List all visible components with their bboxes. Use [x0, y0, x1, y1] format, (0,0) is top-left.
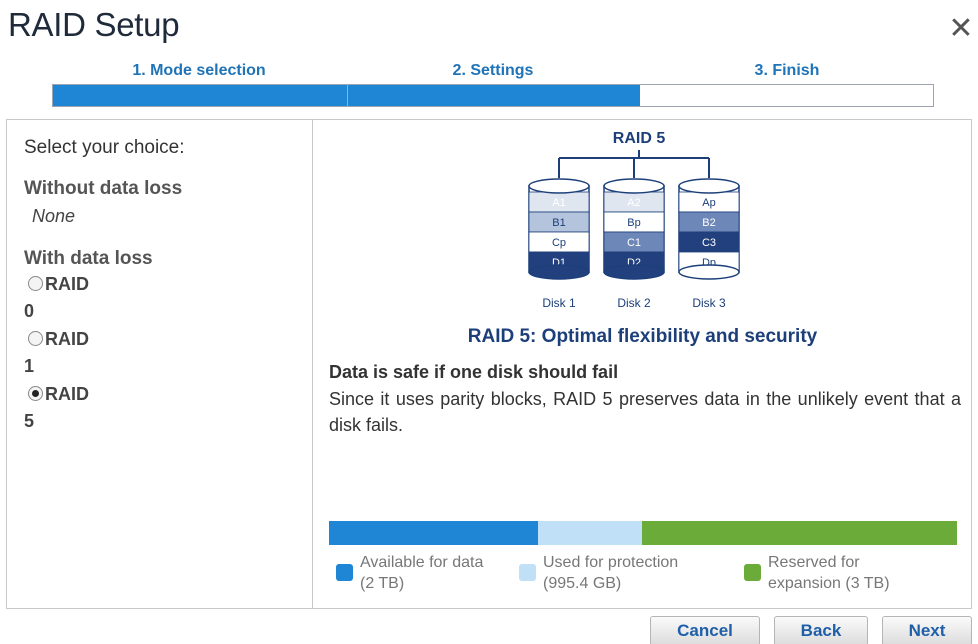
capacity-bar	[329, 521, 957, 545]
details-column: RAID 5 A1 B1 Cp D1 Disk 1 A2 Bp C1 D2 Disk 2 Ap B2 C…	[314, 120, 971, 608]
next-button[interactable]: Next	[882, 616, 972, 644]
diagram-connectors	[558, 150, 710, 178]
progress-divider	[347, 85, 348, 106]
disk-1: A1B1CpD1Disk 1	[528, 178, 590, 310]
disk-label: Disk 3	[692, 296, 726, 310]
disk-top	[603, 178, 665, 194]
legend-available-size: (2 TB)	[360, 575, 405, 592]
capacity-segment	[329, 521, 539, 545]
disk-top	[678, 178, 740, 194]
raid-1-number: 1	[24, 356, 35, 376]
legend-protection-label: Used for protection	[543, 554, 679, 571]
radio-raid-1[interactable]	[28, 331, 43, 346]
radio-raid-0[interactable]	[28, 276, 43, 291]
raid-0-number: 0	[24, 301, 35, 321]
raid-1-label: RAID	[45, 329, 89, 349]
legend-reserved-label: Reserved for	[768, 554, 860, 571]
disk-bottom	[678, 264, 740, 280]
disk-bottom	[603, 264, 665, 280]
back-button[interactable]: Back	[774, 616, 868, 644]
wizard-steps: 1. Mode selection 2. Settings 3. Finish	[52, 58, 934, 110]
without-data-loss-value: None	[32, 206, 76, 226]
disk-block-label: B2	[702, 217, 715, 229]
close-icon[interactable]: ✕	[948, 14, 974, 44]
raid-5-diagram: RAID 5 A1B1CpD1Disk 1A2BpC1D2Disk 2ApB2C…	[528, 130, 740, 310]
legend-reserved-swatch	[744, 564, 761, 581]
disk-block-label: Bp	[627, 217, 640, 229]
disk-3: ApB2C3DpDisk 3	[678, 178, 740, 310]
radio-raid-5[interactable]	[28, 386, 43, 401]
disk-block-label: Ap	[702, 197, 715, 209]
diagram-title: RAID 5	[613, 130, 666, 147]
legend-available-label: Available for data	[360, 554, 484, 571]
cancel-button[interactable]: Cancel	[650, 616, 760, 644]
disk-label: Disk 1	[542, 296, 576, 310]
choice-column: Select your choice: Without data loss No…	[7, 120, 313, 608]
disk-block-label: Cp	[552, 237, 566, 249]
step-settings: 2. Settings	[452, 62, 534, 79]
content-panel: Select your choice: Without data loss No…	[6, 119, 972, 609]
step-finish: 3. Finish	[754, 62, 820, 79]
disk-block-label: C3	[702, 237, 716, 249]
disk-bottom	[528, 264, 590, 280]
diagram-disks: A1B1CpD1Disk 1A2BpC1D2Disk 2ApB2C3DpDisk…	[528, 178, 740, 310]
raid-1-option[interactable]: RAID 1	[24, 326, 144, 380]
disk-block-label: A1	[552, 197, 565, 209]
disk-block-label: A2	[627, 197, 640, 209]
disk-label: Disk 2	[617, 296, 651, 310]
wizard-progress-bar	[52, 84, 934, 107]
legend-available-swatch	[336, 564, 353, 581]
raid-0-option[interactable]: RAID 0	[24, 271, 144, 325]
legend-protection-swatch	[519, 564, 536, 581]
legend-protection-size: (995.4 GB)	[543, 575, 622, 592]
capacity-segment	[642, 521, 957, 545]
raid-5-number: 5	[24, 411, 35, 431]
step-mode-selection: 1. Mode selection	[132, 62, 266, 79]
capacity-segment	[538, 521, 643, 545]
raid-0-label: RAID	[45, 274, 89, 294]
legend-reserved-size: expansion (3 TB)	[768, 575, 890, 592]
choice-heading: Select your choice:	[24, 137, 185, 158]
mode-subtitle: RAID 5: Optimal flexibility and security	[467, 326, 818, 347]
without-data-loss-title: Without data loss	[24, 178, 183, 199]
disk-block-label: C1	[627, 237, 641, 249]
disk-block-label: B1	[552, 217, 565, 229]
with-data-loss-title: With data loss	[24, 248, 153, 269]
safety-heading: Data is safe if one disk should fail	[329, 362, 619, 382]
raid-5-label: RAID	[45, 384, 89, 404]
disk-2: A2BpC1D2Disk 2	[603, 178, 665, 310]
mode-description: Since it uses parity blocks, RAID 5 pres…	[329, 389, 961, 435]
disk-top	[528, 178, 590, 194]
raid-5-option[interactable]: RAID 5	[24, 381, 144, 435]
dialog-title: RAID Setup	[8, 6, 180, 43]
